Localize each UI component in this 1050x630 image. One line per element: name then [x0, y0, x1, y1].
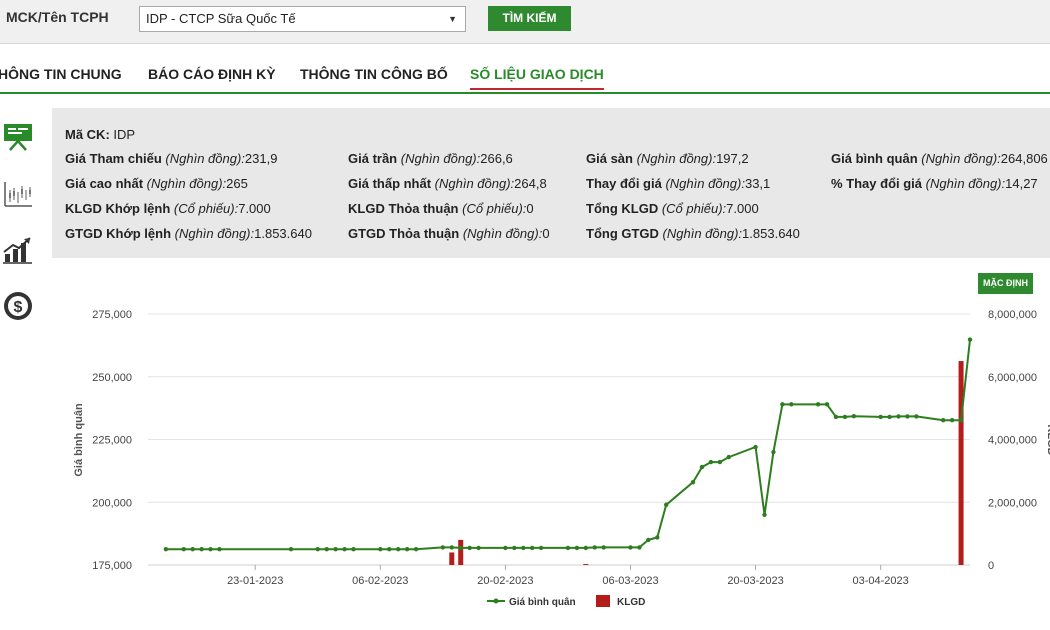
- side-icon-rail: $: [0, 108, 40, 630]
- info-label: Thay đổi giá: [586, 176, 666, 191]
- info-cell: % Thay đổi giá (Nghìn đồng):14,27: [831, 176, 1038, 191]
- info-cell: Giá sàn (Nghìn đồng):197,2: [586, 151, 749, 166]
- info-label: Tổng KLGD: [586, 201, 662, 216]
- info-unit: (Nghìn đồng):: [462, 226, 543, 241]
- stock-code-value: IDP: [113, 127, 136, 142]
- info-value: 1.853.640: [254, 226, 312, 241]
- info-label: GTGD Thỏa thuận: [348, 226, 463, 241]
- chevron-down-icon: ▼: [448, 14, 457, 24]
- info-label: GTGD Khớp lệnh: [65, 226, 175, 241]
- info-cell: Giá trần (Nghìn đồng):266,6: [348, 151, 513, 166]
- trading-summary-panel: Mã CK: IDP Giá Tham chiếu (Nghìn đồng):2…: [52, 108, 1050, 258]
- company-select[interactable]: IDP - CTCP Sữa Quốc Tế ▼: [139, 6, 466, 32]
- info-cell: Tổng GTGD (Nghìn đồng):1.853.640: [586, 226, 800, 241]
- chart-area: [52, 258, 1050, 630]
- tab-disclosure[interactable]: THÔNG TIN CÔNG BỐ: [300, 66, 448, 82]
- info-value: 231,9: [244, 151, 278, 166]
- info-unit: (Nghìn đồng):: [146, 176, 227, 191]
- info-value: 1.853.640: [742, 226, 800, 241]
- svg-text:$: $: [14, 299, 23, 316]
- tab-periodic-report[interactable]: BÁO CÁO ĐỊNH KỲ: [148, 66, 276, 82]
- info-value: 0: [526, 201, 534, 216]
- info-unit: (Cổ phiếu):: [462, 201, 527, 216]
- info-value: 264,8: [514, 176, 547, 191]
- info-value: 0: [542, 226, 550, 241]
- search-bar: MCK/Tên TCPH IDP - CTCP Sữa Quốc Tế ▼ TÌ…: [0, 0, 1050, 44]
- info-unit: (Cổ phiếu):: [661, 201, 727, 216]
- stock-code: Mã CK: IDP: [65, 127, 135, 142]
- info-label: Giá bình quân: [831, 151, 922, 166]
- info-label: Giá Tham chiếu: [65, 151, 166, 166]
- info-label: Giá sàn: [586, 151, 637, 166]
- info-value: 266,6: [480, 151, 513, 166]
- info-unit: (Cổ phiếu):: [173, 201, 239, 216]
- search-button[interactable]: TÌM KIẾM: [488, 6, 571, 31]
- default-view-button[interactable]: MẶC ĐỊNH: [978, 273, 1033, 294]
- info-unit: (Nghìn đồng):: [434, 176, 515, 191]
- tab-trading-data[interactable]: SỐ LIỆU GIAO DỊCH: [470, 66, 604, 90]
- info-unit: (Nghìn đồng):: [925, 176, 1006, 191]
- tab-bar: HÔNG TIN CHUNG BÁO CÁO ĐỊNH KỲ THÔNG TIN…: [0, 44, 1050, 94]
- info-cell: KLGD Khớp lệnh (Cổ phiếu):7.000: [65, 201, 271, 216]
- info-value: 264,806: [1000, 151, 1048, 166]
- info-cell: Tổng KLGD (Cổ phiếu):7.000: [586, 201, 759, 216]
- info-cell: GTGD Thỏa thuận (Nghìn đồng):0: [348, 226, 550, 241]
- info-label: Giá trần: [348, 151, 401, 166]
- info-value: 33,1: [744, 176, 771, 191]
- info-value: 265: [226, 176, 248, 191]
- bar-growth-icon[interactable]: [2, 234, 34, 266]
- info-value: 197,2: [716, 151, 749, 166]
- info-cell: Giá thấp nhất (Nghìn đồng):264,8: [348, 176, 547, 191]
- info-value: 7.000: [238, 201, 271, 216]
- info-unit: (Nghìn đồng):: [174, 226, 255, 241]
- info-cell: Giá bình quân (Nghìn đồng):264,806: [831, 151, 1048, 166]
- info-cell: KLGD Thỏa thuận (Cổ phiếu):0: [348, 201, 534, 216]
- info-unit: (Nghìn đồng):: [921, 151, 1001, 166]
- info-value: 7.000: [726, 201, 759, 216]
- info-cell: Thay đổi giá (Nghìn đồng):33,1: [586, 176, 770, 191]
- stock-code-label: Mã CK:: [65, 127, 110, 142]
- search-label: MCK/Tên TCPH: [6, 9, 109, 25]
- info-unit: (Nghìn đồng):: [665, 176, 745, 191]
- info-unit: (Nghìn đồng):: [165, 151, 245, 166]
- info-label: Giá thấp nhất: [348, 176, 435, 191]
- info-label: KLGD Khớp lệnh: [65, 201, 174, 216]
- candlestick-icon[interactable]: [2, 178, 34, 210]
- presentation-icon[interactable]: [2, 120, 34, 152]
- company-select-value: IDP - CTCP Sữa Quốc Tế: [146, 11, 296, 26]
- info-value: 14,27: [1005, 176, 1038, 191]
- info-unit: (Nghìn đồng):: [636, 151, 717, 166]
- info-label: Tổng GTGD: [586, 226, 663, 241]
- info-cell: GTGD Khớp lệnh (Nghìn đồng):1.853.640: [65, 226, 312, 241]
- tab-general-info[interactable]: HÔNG TIN CHUNG: [0, 66, 122, 82]
- info-cell: Giá Tham chiếu (Nghìn đồng):231,9: [65, 151, 277, 166]
- info-label: Giá cao nhất: [65, 176, 147, 191]
- info-label: % Thay đổi giá: [831, 176, 926, 191]
- info-unit: (Nghìn đồng):: [662, 226, 743, 241]
- info-label: KLGD Thỏa thuận: [348, 201, 463, 216]
- info-cell: Giá cao nhất (Nghìn đồng):265: [65, 176, 248, 191]
- dollar-coin-icon[interactable]: $: [2, 290, 34, 322]
- info-unit: (Nghìn đồng):: [400, 151, 481, 166]
